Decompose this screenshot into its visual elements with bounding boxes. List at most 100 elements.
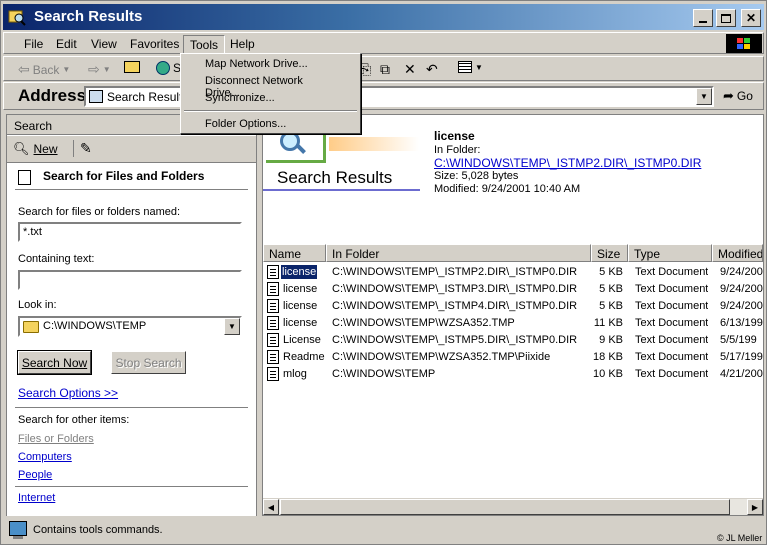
menu-file[interactable]: File <box>18 35 49 54</box>
look-in-dropdown-button[interactable]: ▼ <box>224 318 240 335</box>
cell-modified: 4/21/200 <box>720 368 763 380</box>
undo-button[interactable]: ↶ <box>426 61 438 78</box>
copy-to-icon: ⎘ <box>360 61 372 77</box>
new-search-button[interactable]: 🔍︎ New <box>13 141 58 157</box>
table-row[interactable]: License C:\WINDOWS\TEMP\_ISTMP5.DIR\_ISTM… <box>263 332 763 349</box>
preview-modified: Modified: 9/24/2001 10:40 AM <box>434 183 581 195</box>
maximize-icon <box>721 13 731 23</box>
move-to-button[interactable]: ⧉ <box>380 61 390 78</box>
chevron-down-icon: ▼ <box>62 65 71 74</box>
cell-in-folder: C:\WINDOWS\TEMP\_ISTMP3.DIR\_ISTMP0.DIR <box>332 283 578 295</box>
chevron-down-icon: ▼ <box>102 65 111 74</box>
menu-view[interactable]: View <box>85 35 123 54</box>
col-in-folder[interactable]: In Folder <box>326 244 591 262</box>
copy-to-button[interactable]: ⎘ <box>360 61 371 78</box>
explorer-window: Search Results ✕ File Edit View Favorite… <box>0 0 767 545</box>
chevron-left-icon: ◀ <box>267 502 275 512</box>
cell-modified: 5/5/199 <box>720 334 757 346</box>
cell-in-folder: C:\WINDOWS\TEMP\_ISTMP5.DIR\_ISTMP0.DIR <box>332 334 578 346</box>
computer-icon <box>9 521 27 536</box>
search-toolbar-button[interactable]: S <box>156 61 181 75</box>
close-icon: ✕ <box>745 11 757 25</box>
go-button[interactable]: ➦ Go <box>723 88 753 104</box>
other-internet-link[interactable]: Internet <box>18 492 55 504</box>
menu-item-synchronize[interactable]: Synchronize... <box>184 90 357 107</box>
pen-icon: ✎ <box>80 140 92 156</box>
up-folder-button[interactable] <box>124 61 140 73</box>
table-row[interactable]: license C:\WINDOWS\TEMP\WZSA352.TMP 11 KB T… <box>263 315 763 332</box>
cell-size: 5 KB <box>599 283 623 295</box>
minimize-button[interactable] <box>693 9 713 27</box>
divider <box>15 486 248 487</box>
search-form-title: Search for Files and Folders <box>43 169 205 183</box>
forward-button[interactable]: ⇨ ▼ <box>88 61 111 78</box>
scroll-thumb[interactable] <box>280 499 730 515</box>
title-bar[interactable]: Search Results ✕ <box>3 4 764 30</box>
address-input[interactable]: Search Results ▼ <box>84 86 714 107</box>
col-name[interactable]: Name <box>263 244 326 262</box>
computer-stand <box>13 536 23 539</box>
back-button[interactable]: ⇦ Back ▼ <box>18 61 70 78</box>
cell-type: Text Document <box>635 368 709 380</box>
chevron-down-icon: ▼ <box>700 92 708 101</box>
cell-name: mlog <box>283 368 307 380</box>
menu-help[interactable]: Help <box>224 35 261 54</box>
table-row[interactable]: license C:\WINDOWS\TEMP\_ISTMP2.DIR\_ISTM… <box>263 264 763 281</box>
cell-in-folder: C:\WINDOWS\TEMP <box>332 368 436 380</box>
named-input[interactable]: *.txt <box>18 222 242 242</box>
cell-modified: 9/24/200 <box>720 283 763 295</box>
text-document-icon <box>267 350 279 364</box>
preview-folder-link[interactable]: C:\WINDOWS\TEMP\_ISTMP2.DIR\_ISTMP0.DIR <box>434 156 701 170</box>
scroll-left-button[interactable]: ◀ <box>263 499 279 515</box>
table-row[interactable]: license C:\WINDOWS\TEMP\_ISTMP3.DIR\_ISTM… <box>263 281 763 298</box>
divider <box>15 189 248 190</box>
views-icon <box>458 61 472 73</box>
cell-size: 18 KB <box>593 351 623 363</box>
containing-input[interactable] <box>18 270 242 290</box>
windows-logo-icon <box>726 34 762 53</box>
menu-item-disconnect-network-drive[interactable]: Disconnect Network Drive... <box>184 73 357 99</box>
other-computers-link[interactable]: Computers <box>18 451 72 463</box>
delete-icon: ✕ <box>404 61 416 77</box>
cell-size: 5 KB <box>599 266 623 278</box>
preview-size: Size: 5,028 bytes <box>434 170 519 182</box>
other-files-folders-link[interactable]: Files or Folders <box>18 433 94 445</box>
views-button[interactable]: ▼ <box>458 61 483 73</box>
menu-separator <box>184 110 357 112</box>
search-pane-toolbar: 🔍︎ New ✎ <box>7 136 256 163</box>
new-search-label: New <box>33 142 58 156</box>
menu-edit[interactable]: Edit <box>50 35 83 54</box>
undo-icon: ↶ <box>426 61 438 77</box>
look-in-select[interactable]: C:\WINDOWS\TEMP ▼ <box>18 316 242 337</box>
table-row[interactable]: license C:\WINDOWS\TEMP\_ISTMP4.DIR\_ISTM… <box>263 298 763 315</box>
horizontal-scrollbar[interactable]: ◀ ▶ <box>263 498 763 515</box>
search-assistant-button[interactable]: ✎ <box>73 140 92 157</box>
address-dropdown-button[interactable]: ▼ <box>696 88 712 105</box>
search-now-button[interactable]: Search Now <box>17 350 92 375</box>
close-button[interactable]: ✕ <box>741 9 761 27</box>
menu-favorites[interactable]: Favorites <box>124 35 185 54</box>
stop-search-button[interactable]: Stop Search <box>111 351 186 374</box>
back-arrow-icon: ⇦ <box>18 61 30 77</box>
search-pane: Search 🔍︎ New ✎ Search for Files and Fol… <box>6 114 257 516</box>
col-modified[interactable]: Modified <box>712 244 763 262</box>
chevron-down-icon: ▼ <box>475 62 483 72</box>
text-document-icon <box>267 367 279 381</box>
col-size[interactable]: Size <box>591 244 628 262</box>
delete-button[interactable]: ✕ <box>404 61 416 78</box>
other-people-link[interactable]: People <box>18 469 52 481</box>
table-row[interactable]: mlog C:\WINDOWS\TEMP 10 KB Text Document 4/2… <box>263 366 763 383</box>
cell-in-folder: C:\WINDOWS\TEMP\WZSA352.TMP <box>332 317 515 329</box>
address-label: Address <box>18 86 87 105</box>
col-type[interactable]: Type <box>628 244 712 262</box>
scroll-right-button[interactable]: ▶ <box>747 499 763 515</box>
menu-item-map-network-drive[interactable]: Map Network Drive... <box>184 56 357 73</box>
chevron-down-icon: ▼ <box>228 322 236 331</box>
menu-tools[interactable]: Tools <box>183 35 226 54</box>
search-options-link[interactable]: Search Options >> <box>18 386 118 400</box>
up-folder-icon <box>124 61 140 73</box>
maximize-button[interactable] <box>716 9 736 27</box>
menu-item-folder-options[interactable]: Folder Options... <box>184 116 357 133</box>
table-row[interactable]: Readme C:\WINDOWS\TEMP\WZSA352.TMP\Piixid… <box>263 349 763 366</box>
search-form: Search for Files and Folders Search for … <box>7 164 256 516</box>
